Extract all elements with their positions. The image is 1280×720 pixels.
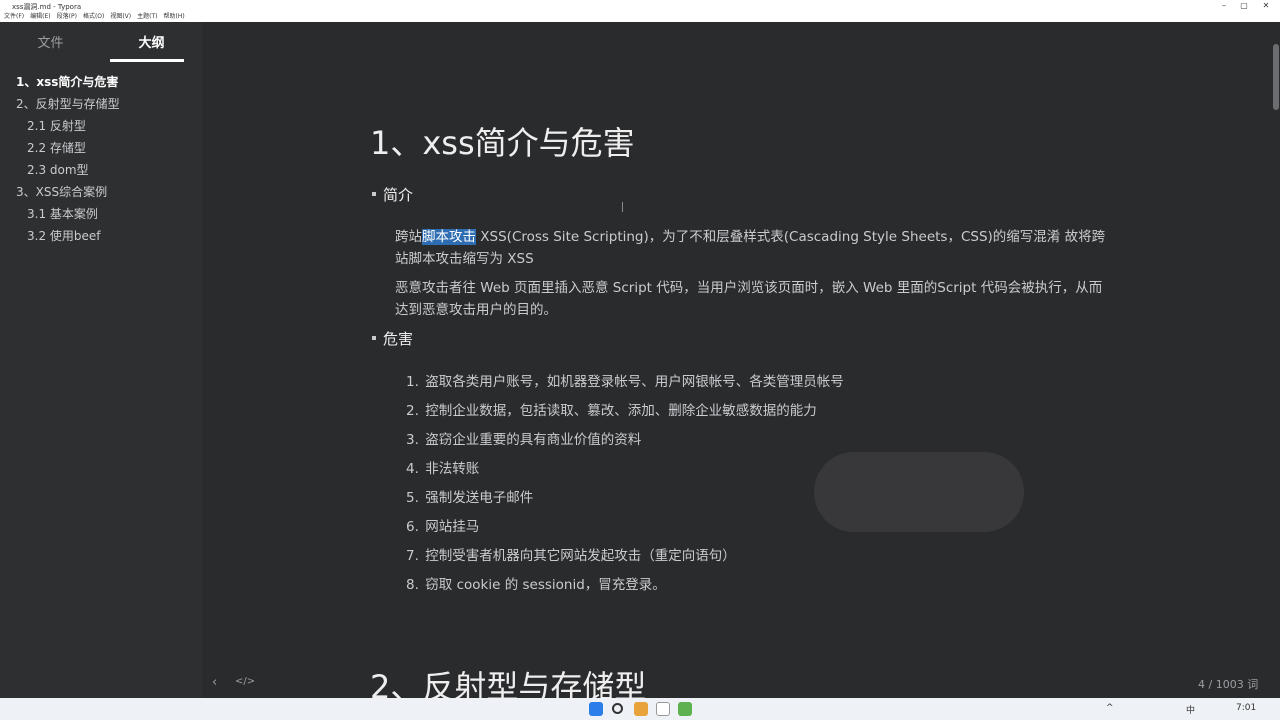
browser-icon[interactable] (634, 702, 648, 716)
list-item: 6. 网站挂马 (406, 519, 480, 535)
heading-reflected-stored: 2、反射型与存储型 (370, 668, 647, 698)
list-item: 3. 盗窃企业重要的具有商业价值的资料 (406, 432, 642, 448)
toggle-sidebar-icon[interactable]: ‹ (212, 675, 217, 690)
tray-overflow-icon[interactable]: ^ (1106, 703, 1114, 713)
bullet-harm: 危害 (371, 330, 414, 348)
intro-text-pre: 跨站 (395, 229, 422, 245)
outline-item-stored[interactable]: 2.2 存储型 (0, 137, 202, 159)
menu-paragraph[interactable]: 段落(P) (57, 12, 77, 22)
heading-xss-intro: 1、xss简介与危害 (370, 124, 635, 162)
outline-item-xss-cases[interactable]: 3、XSS综合案例 (0, 181, 202, 203)
outline-item-reflected[interactable]: 2.1 反射型 (0, 115, 202, 137)
typora-icon[interactable] (656, 702, 670, 716)
intro-paragraph-1: 跨站脚本攻击 XSS(Cross Site Scripting)，为了不和层叠样… (395, 226, 1115, 270)
outline-item-reflected-stored[interactable]: 2、反射型与存储型 (0, 93, 202, 115)
taskbar: ^ 中 7:01 (0, 698, 1280, 720)
outline-item-xss-intro[interactable]: 1、xss简介与危害 (0, 71, 202, 93)
menu-edit[interactable]: 编辑(E) (30, 12, 50, 22)
sidebar-footer (0, 668, 202, 698)
close-button[interactable]: ✕ (1252, 0, 1280, 12)
tab-files[interactable]: 文件 (0, 22, 101, 62)
editor[interactable]: 1、xss简介与危害 简介 跨站脚本攻击 XSS(Cross Site Scri… (202, 22, 1272, 698)
menu-theme[interactable]: 主题(T) (137, 12, 157, 22)
tab-outline[interactable]: 大纲 (101, 22, 202, 62)
menu-help[interactable]: 帮助(H) (164, 12, 185, 22)
menu-format[interactable]: 格式(O) (83, 12, 104, 22)
sidebar: 文件 大纲 1、xss简介与危害 2、反射型与存储型 2.1 反射型 2.2 存… (0, 22, 202, 698)
list-item: 1. 盗取各类用户账号，如机器登录帐号、用户网银帐号、各类管理员帐号 (406, 374, 844, 390)
bullet-intro: 简介 (371, 186, 414, 204)
harm-list: 1. 盗取各类用户账号，如机器登录帐号、用户网银帐号、各类管理员帐号 2. 控制… (406, 368, 844, 600)
active-tab-indicator (110, 59, 184, 62)
search-icon[interactable] (612, 703, 623, 714)
menu-view[interactable]: 视图(V) (110, 12, 131, 22)
word-count[interactable]: 4 / 1003 词 (1198, 676, 1258, 692)
text-cursor (622, 202, 623, 212)
start-icon[interactable] (589, 702, 603, 716)
scroll-thumb[interactable] (1273, 44, 1279, 110)
intro-text-post: XSS(Cross Site Scripting)，为了不和层叠样式表(Casc… (395, 229, 1106, 267)
ime-indicator[interactable]: 中 (1186, 703, 1195, 716)
window-title: xss漏洞.md - Typora (12, 3, 82, 11)
list-item: 7. 控制受害者机器向其它网站发起攻击（重定向语句） (406, 548, 736, 564)
list-item: 5. 强制发送电子邮件 (406, 490, 534, 506)
title-bar: xss漏洞.md - Typora – ▢ ✕ (0, 0, 1280, 12)
app-icon[interactable] (678, 702, 692, 716)
list-item: 8. 窃取 cookie 的 sessionid，冒充登录。 (406, 577, 666, 593)
outline-list: 1、xss简介与危害 2、反射型与存储型 2.1 反射型 2.2 存储型 2.3… (0, 71, 202, 247)
list-item: 4. 非法转账 (406, 461, 480, 477)
outline-item-dom[interactable]: 2.3 dom型 (0, 159, 202, 181)
clock[interactable]: 7:01 (1236, 703, 1256, 713)
outline-item-beef[interactable]: 3.2 使用beef (0, 225, 202, 247)
list-item: 2. 控制企业数据，包括读取、篡改、添加、删除企业敏感数据的能力 (406, 403, 817, 419)
intro-paragraph-2: 恶意攻击者往 Web 页面里插入恶意 Script 代码，当用户浏览该页面时，嵌… (395, 280, 1103, 318)
menu-bar: 文件(F) 编辑(E) 段落(P) 格式(O) 视图(V) 主题(T) 帮助(H… (0, 12, 1280, 22)
sidebar-tabs: 文件 大纲 (0, 22, 202, 62)
selected-text: 脚本攻击 (422, 229, 476, 245)
outline-item-basic-case[interactable]: 3.1 基本案例 (0, 203, 202, 225)
scrollbar[interactable] (1272, 22, 1280, 698)
watermark (814, 452, 1024, 532)
source-code-mode-icon[interactable]: </> (235, 676, 255, 687)
menu-file[interactable]: 文件(F) (4, 12, 24, 22)
